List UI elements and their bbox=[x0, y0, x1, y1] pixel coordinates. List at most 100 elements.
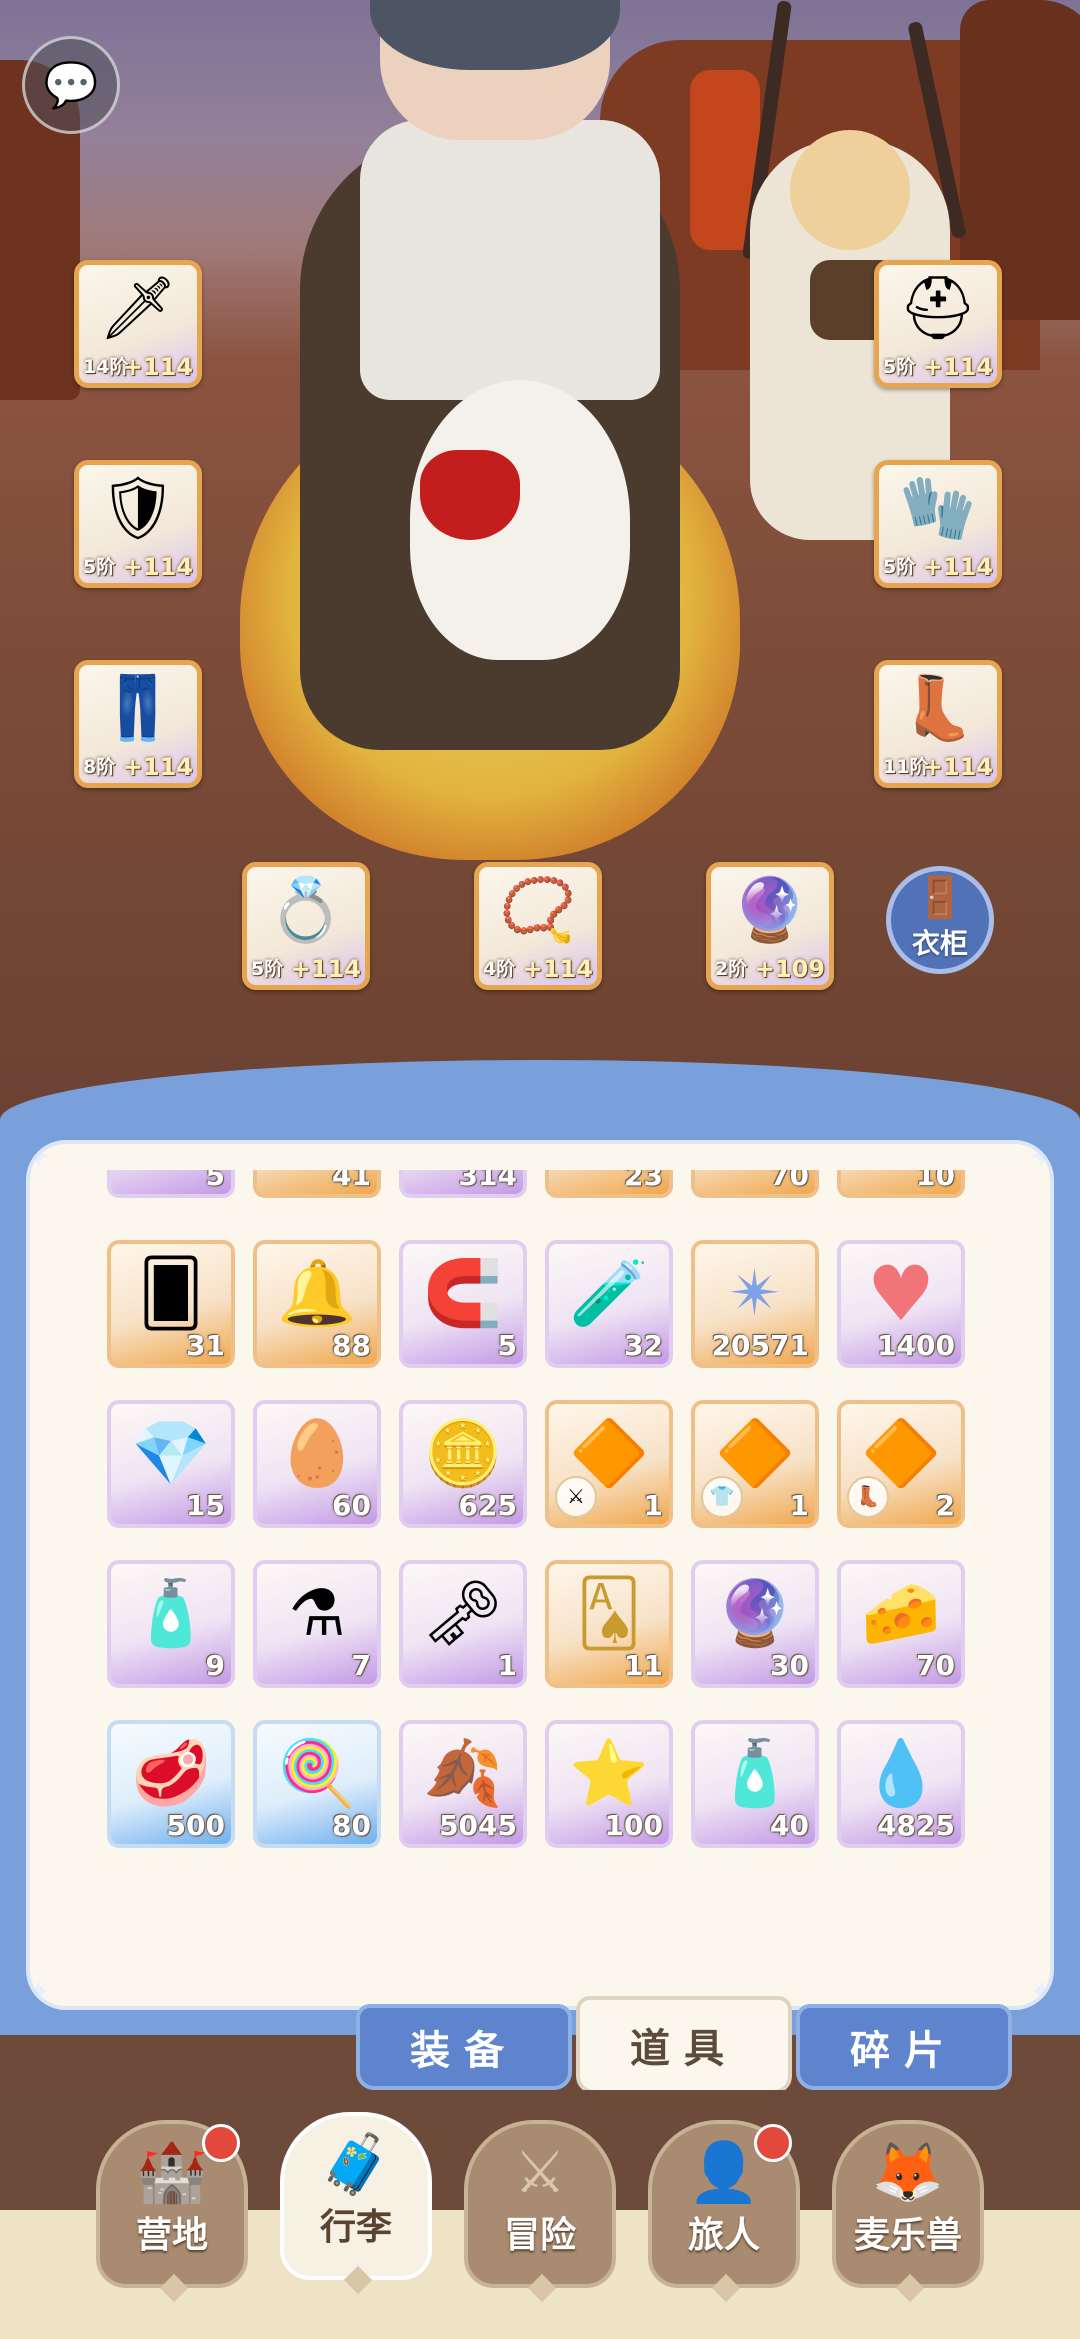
equip-bonus: +114 bbox=[122, 553, 193, 581]
item-coin[interactable]: 🪙 625 bbox=[399, 1400, 527, 1528]
equip-tier: 4阶 bbox=[483, 958, 516, 980]
item-slot[interactable]: 41 bbox=[253, 1170, 381, 1198]
wardrobe-button[interactable]: 🚪 衣柜 bbox=[886, 866, 994, 974]
item-count: 4825 bbox=[877, 1809, 955, 1842]
leaf-icon: 🍂 bbox=[423, 1737, 503, 1811]
item-slot[interactable]: 23 bbox=[545, 1170, 673, 1198]
nav-travelers[interactable]: 👤 旅人 bbox=[648, 2120, 800, 2303]
boots-badge-icon: 👢 bbox=[847, 1476, 889, 1518]
tab-items[interactable]: 道具 bbox=[576, 1996, 792, 2094]
nav-luggage[interactable]: 🧳 行李 bbox=[280, 2112, 432, 2295]
item-cheese[interactable]: 🧀 70 bbox=[837, 1560, 965, 1688]
item-ore-boots[interactable]: 🔶 👢 2 bbox=[837, 1400, 965, 1528]
item-potion-jar[interactable]: 🧪 32 bbox=[545, 1240, 673, 1368]
item-slot[interactable]: 10 bbox=[837, 1170, 965, 1198]
equip-bonus: +114 bbox=[122, 753, 193, 781]
necklace-icon: 📿 bbox=[499, 873, 577, 946]
nav-camp[interactable]: 🏰 营地 bbox=[96, 2120, 248, 2303]
wardrobe-icon: 🚪 bbox=[915, 875, 965, 921]
item-slot[interactable]: 314 bbox=[399, 1170, 527, 1198]
item-key[interactable]: 🗝 1 bbox=[399, 1560, 527, 1688]
nav-label: 冒险 bbox=[503, 2215, 576, 2256]
item-gem[interactable]: 💎 15 bbox=[107, 1400, 235, 1528]
item-ore-armor[interactable]: 🔶 👕 1 bbox=[691, 1400, 819, 1528]
helmet-icon: ⛑ bbox=[898, 271, 978, 344]
equip-tier: 5阶 bbox=[83, 556, 116, 578]
item-count: 23 bbox=[624, 1170, 663, 1192]
item-star-crystal[interactable]: ✴ 20571 bbox=[691, 1240, 819, 1368]
item-count: 20571 bbox=[711, 1329, 809, 1362]
item-count: 41 bbox=[332, 1170, 371, 1192]
item-leaf[interactable]: 🍂 5045 bbox=[399, 1720, 527, 1848]
equip-tier: 14阶 bbox=[83, 356, 129, 378]
item-cat-orb[interactable]: 🔮 30 bbox=[691, 1560, 819, 1688]
equip-slot-helmet[interactable]: ⛑ 5阶 +114 bbox=[874, 260, 1002, 388]
item-count: 31 bbox=[186, 1329, 225, 1362]
item-count: 5045 bbox=[439, 1809, 517, 1842]
ring-icon: 💍 bbox=[267, 873, 345, 946]
equip-slot-legs[interactable]: 👖 8阶 +114 bbox=[74, 660, 202, 788]
notification-dot bbox=[754, 2124, 792, 2162]
equip-tier: 8阶 bbox=[83, 756, 116, 778]
item-slime[interactable]: 💧 4825 bbox=[837, 1720, 965, 1848]
card-icon: 🂠 bbox=[138, 1257, 204, 1331]
item-count: 1 bbox=[643, 1489, 663, 1522]
item-count: 1400 bbox=[877, 1329, 955, 1362]
tab-shards[interactable]: 碎片 bbox=[796, 2004, 1012, 2090]
equip-slot-charm[interactable]: 🔮 2阶 +109 bbox=[706, 862, 834, 990]
item-meat[interactable]: 🥩 500 bbox=[107, 1720, 235, 1848]
equip-slot-gloves[interactable]: 🧤 5阶 +114 bbox=[874, 460, 1002, 588]
mount-beak bbox=[420, 450, 520, 540]
lollipop-icon: 🍭 bbox=[277, 1737, 357, 1811]
item-golden-egg[interactable]: 🥚 60 bbox=[253, 1400, 381, 1528]
nav-pets[interactable]: 🦊 麦乐兽 bbox=[832, 2120, 984, 2303]
key-icon: 🗝 bbox=[422, 1577, 504, 1651]
chat-button[interactable]: 💬 bbox=[22, 36, 120, 134]
corner-ornament-icon: ✦ bbox=[26, 1140, 52, 1175]
wardrobe-label: 衣柜 bbox=[911, 927, 968, 960]
item-count: 100 bbox=[604, 1809, 663, 1842]
item-lollipop[interactable]: 🍭 80 bbox=[253, 1720, 381, 1848]
weapon-badge-icon: ⚔ bbox=[555, 1476, 597, 1518]
tab-equipment[interactable]: 装备 bbox=[356, 2004, 572, 2090]
item-grid[interactable]: 5 41 314 23 70 10 🂠 31 🔔 88 🧲 5 🧪 32 ✴ 20571 … bbox=[95, 1170, 995, 1870]
red-potion-icon: ⚗ bbox=[288, 1577, 346, 1651]
item-slot[interactable]: 70 bbox=[691, 1170, 819, 1198]
chat-bubble-icon: 💬 bbox=[43, 60, 99, 111]
item-count: 2 bbox=[935, 1489, 955, 1522]
armor-badge-icon: 👕 bbox=[701, 1476, 743, 1518]
item-card[interactable]: 🂠 31 bbox=[107, 1240, 235, 1368]
item-eye-card[interactable]: 🂡 11 bbox=[545, 1560, 673, 1688]
nav-label: 麦乐兽 bbox=[853, 2215, 962, 2256]
item-count: 5 bbox=[497, 1329, 517, 1362]
equip-slot-necklace[interactable]: 📿 4阶 +114 bbox=[474, 862, 602, 990]
equip-slot-weapon[interactable]: 🗡 14阶 +114 bbox=[74, 260, 202, 388]
item-slot[interactable]: 5 bbox=[107, 1170, 235, 1198]
item-count: 15 bbox=[186, 1489, 225, 1522]
golden-egg-icon: 🥚 bbox=[277, 1417, 357, 1491]
item-blue-potion[interactable]: 🧴 9 bbox=[107, 1560, 235, 1688]
sword-icon: 🗡 bbox=[98, 271, 178, 344]
equip-slot-boots[interactable]: 👢 11阶 +114 bbox=[874, 660, 1002, 788]
item-count: 70 bbox=[916, 1649, 955, 1682]
nav-adventure[interactable]: ⚔ 冒险 bbox=[464, 2120, 616, 2303]
item-heart[interactable]: ♥ 1400 bbox=[837, 1240, 965, 1368]
item-count: 314 bbox=[458, 1170, 517, 1192]
equip-tier: 5阶 bbox=[883, 356, 916, 378]
item-star-cookie[interactable]: ⭐ 100 bbox=[545, 1720, 673, 1848]
equip-slot-chest[interactable]: 🛡 5阶 +114 bbox=[74, 460, 202, 588]
equip-slot-ring[interactable]: 💍 5阶 +114 bbox=[242, 862, 370, 990]
tab-equipment-label: 装备 bbox=[410, 2028, 518, 2074]
item-red-potion[interactable]: ⚗ 7 bbox=[253, 1560, 381, 1688]
item-tube[interactable]: 🧴 40 bbox=[691, 1720, 819, 1848]
item-count: 32 bbox=[624, 1329, 663, 1362]
equip-bonus: +109 bbox=[754, 955, 825, 983]
equip-bonus: +114 bbox=[922, 353, 993, 381]
item-count: 625 bbox=[458, 1489, 517, 1522]
item-horseshoe[interactable]: 🧲 5 bbox=[399, 1240, 527, 1368]
item-bell[interactable]: 🔔 88 bbox=[253, 1240, 381, 1368]
item-ore-weapon[interactable]: 🔶 ⚔ 1 bbox=[545, 1400, 673, 1528]
item-count: 1 bbox=[497, 1649, 517, 1682]
nav-label: 营地 bbox=[135, 2215, 208, 2256]
gauntlet-icon: 🧤 bbox=[899, 471, 977, 544]
